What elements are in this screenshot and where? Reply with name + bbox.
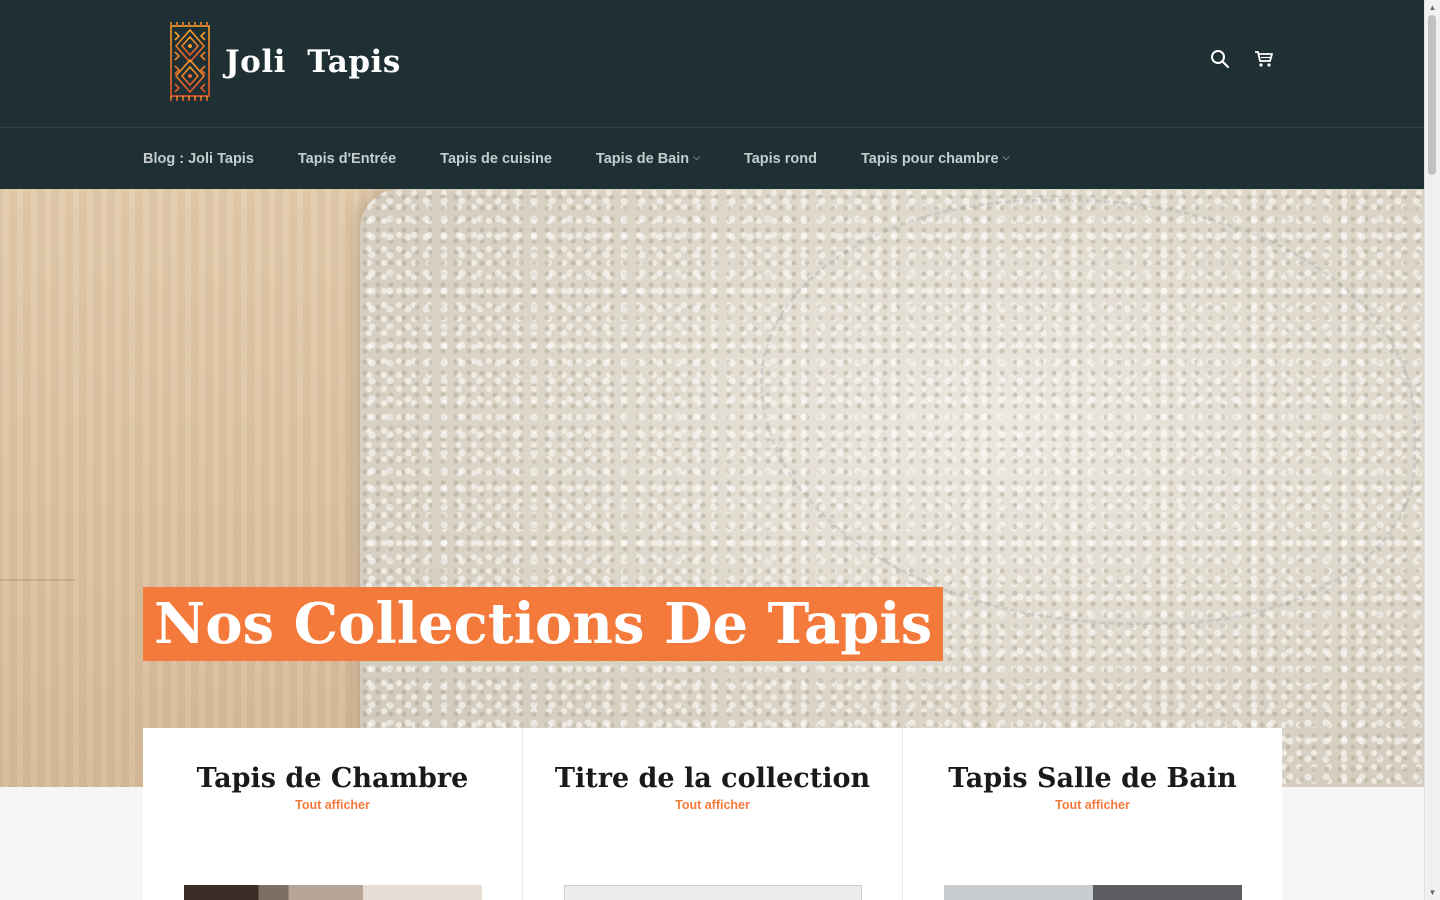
collection-title: Tapis de Chambre	[196, 763, 469, 794]
chevron-down-icon: ⌵	[693, 152, 700, 162]
nav-item-blog[interactable]: Blog : Joli Tapis	[143, 151, 254, 167]
main-nav: Blog : Joli Tapis Tapis d'Entrée Tapis d…	[0, 128, 1425, 189]
nav-item-label: Tapis d'Entrée	[297, 150, 397, 167]
hero-image-floor	[0, 189, 420, 787]
site-logo[interactable]: Joli Tapis	[167, 22, 401, 102]
view-all-link[interactable]: Tout afficher	[143, 798, 522, 812]
rug-logo-icon	[170, 22, 210, 101]
collection-title: Titre de la collection	[554, 763, 871, 794]
nav-item-tapis-chambre[interactable]: Tapis pour chambre ⌵	[861, 151, 1009, 167]
page: Joli Tapis Blog : Joli Tapis Tapis d'Ent…	[0, 0, 1425, 900]
nav-item-tapis-bain[interactable]: Tapis de Bain ⌵	[596, 151, 700, 167]
view-all-link[interactable]: Tout afficher	[903, 798, 1282, 812]
collection-image[interactable]	[564, 885, 862, 900]
scroll-up-icon[interactable]: ▲	[1425, 0, 1440, 15]
hero-image-rug	[360, 189, 1425, 787]
nav-item-label: Tapis pour chambre	[861, 150, 999, 167]
scroll-down-icon[interactable]: ▼	[1425, 885, 1440, 900]
search-icon[interactable]	[1209, 48, 1231, 70]
collection-image[interactable]	[944, 885, 1242, 900]
collection-image[interactable]	[184, 885, 482, 900]
hero-banner: Nos Collections De Tapis	[0, 189, 1425, 787]
site-header: Joli Tapis	[0, 0, 1425, 128]
vertical-scrollbar[interactable]: ▲ ▼	[1424, 0, 1440, 900]
collection-grid: Tapis de Chambre Tout afficher Titre de …	[143, 728, 1282, 900]
header-icons	[1209, 48, 1275, 70]
nav-item-label: Blog : Joli Tapis	[143, 150, 254, 167]
cart-icon[interactable]	[1253, 48, 1275, 70]
nav-item-label: Tapis rond	[743, 150, 817, 167]
nav-item-label: Tapis de Bain	[595, 150, 690, 167]
chevron-down-icon: ⌵	[1002, 152, 1010, 162]
nav-item-tapis-rond[interactable]: Tapis rond	[744, 151, 817, 167]
nav-item-tapis-cuisine[interactable]: Tapis de cuisine	[440, 151, 552, 167]
view-all-link[interactable]: Tout afficher	[523, 798, 902, 812]
hero-title-box: Nos Collections De Tapis	[143, 587, 944, 661]
collection-card[interactable]: Titre de la collection Tout afficher	[523, 728, 903, 900]
collection-card[interactable]: Tapis de Chambre Tout afficher	[143, 728, 523, 900]
scrollbar-thumb[interactable]	[1428, 15, 1436, 175]
collection-title: Tapis Salle de Bain	[948, 763, 1237, 794]
nav-item-label: Tapis de cuisine	[440, 150, 552, 167]
collection-card[interactable]: Tapis Salle de Bain Tout afficher	[903, 728, 1282, 900]
nav-item-tapis-entree[interactable]: Tapis d'Entrée	[298, 151, 396, 167]
logo-text: Joli Tapis	[225, 44, 401, 80]
hero-title: Nos Collections De Tapis	[154, 591, 933, 657]
